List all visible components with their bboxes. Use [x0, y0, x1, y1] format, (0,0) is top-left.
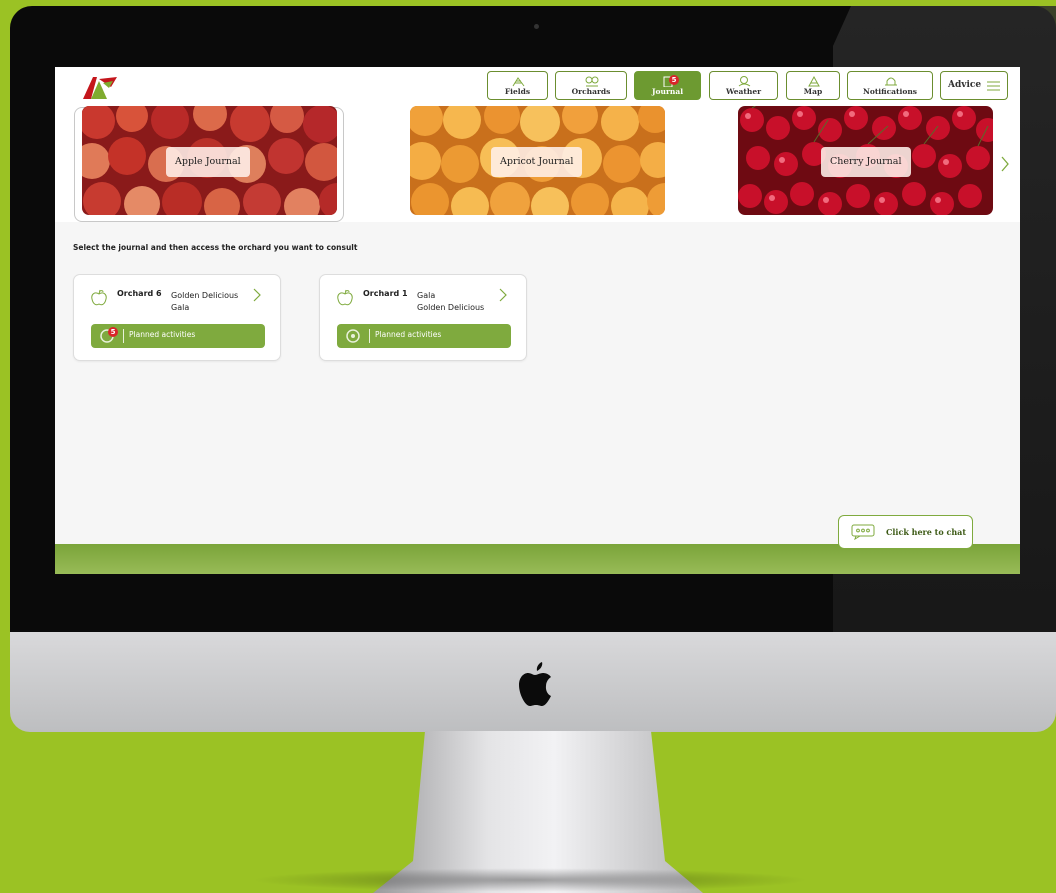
journal-badge: 5 — [669, 75, 679, 85]
planned-activities-button[interactable]: 5 Planned activities — [91, 324, 265, 348]
chevron-right-icon[interactable] — [252, 288, 261, 302]
orchards-icon — [585, 76, 599, 87]
weather-icon — [738, 76, 751, 87]
journal-card-apple[interactable]: Apple Journal — [82, 106, 337, 215]
nav-fields[interactable]: Fields — [487, 71, 548, 100]
map-icon — [808, 75, 820, 87]
fields-icon — [512, 77, 525, 87]
chevron-right-icon[interactable] — [498, 288, 507, 302]
orchard-variety: Gala — [171, 303, 190, 312]
planned-activities-button[interactable]: Planned activities — [337, 324, 511, 348]
nav-journal[interactable]: 5 Journal — [634, 71, 701, 100]
carousel-next-icon[interactable] — [1000, 155, 1010, 173]
orchard-variety: Gala — [417, 291, 436, 300]
activities-badge: 5 — [108, 327, 118, 337]
planned-activities-label: Planned activities — [129, 330, 196, 339]
apple-logo-icon — [519, 662, 551, 706]
nav-map[interactable]: Map — [786, 71, 840, 100]
stand-shadow — [250, 868, 810, 892]
chat-button[interactable]: Click here to chat — [838, 515, 973, 549]
chat-label: Click here to chat — [886, 527, 967, 537]
nav-weather[interactable]: Weather — [709, 71, 778, 100]
divider — [369, 329, 370, 343]
planned-activities-label: Planned activities — [375, 330, 442, 339]
journal-label: Apricot Journal — [491, 147, 583, 177]
nav-orchards[interactable]: Orchards — [555, 71, 627, 100]
instruction-text: Select the journal and then access the o… — [73, 243, 358, 252]
nav-notifications[interactable]: Notifications — [847, 71, 933, 100]
orchard-variety: Golden Delicious — [417, 303, 485, 312]
activities-icon — [346, 329, 360, 343]
divider — [123, 329, 124, 343]
chat-bubble-icon — [851, 524, 875, 540]
orchard-card[interactable]: Orchard 1 Gala Golden Delicious Planned … — [319, 274, 527, 361]
journal-card-cherry[interactable]: Cherry Journal — [738, 106, 993, 215]
hamburger-menu-icon — [987, 81, 1000, 91]
journal-label: Cherry Journal — [821, 147, 911, 177]
orchard-variety: Golden Delicious — [171, 291, 239, 300]
app-logo-icon[interactable] — [81, 73, 119, 101]
journal-card-apricot[interactable]: Apricot Journal — [410, 106, 665, 215]
camera-icon — [534, 24, 539, 29]
orchard-name: Orchard 6 — [117, 289, 162, 298]
apple-icon — [91, 289, 107, 306]
orchard-card[interactable]: Orchard 6 Golden Delicious Gala 5 Planne… — [73, 274, 281, 361]
orchard-name: Orchard 1 — [363, 289, 408, 298]
app-screen: Fields Orchards 5 Journal Weather Map No… — [55, 67, 1020, 574]
header: Fields Orchards 5 Journal Weather Map No… — [55, 67, 1020, 222]
journal-label: Apple Journal — [166, 147, 250, 177]
advice-menu-button[interactable]: Advice — [940, 71, 1008, 100]
apple-icon — [337, 289, 353, 306]
notifications-icon — [885, 77, 897, 86]
